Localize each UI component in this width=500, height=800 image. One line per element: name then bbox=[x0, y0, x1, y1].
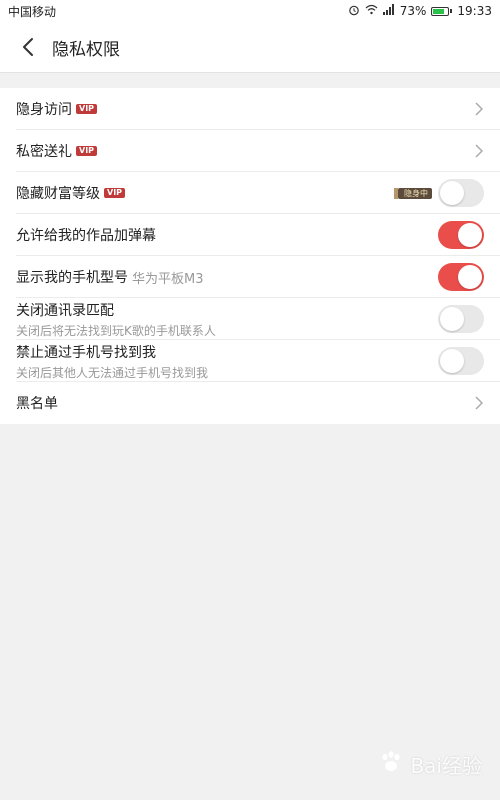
setting-block-phone-search: 禁止通过手机号找到我 关闭后其他人无法通过手机号找到我 bbox=[0, 340, 500, 382]
setting-label: 黑名单 bbox=[16, 396, 58, 412]
chevron-right-icon bbox=[474, 143, 484, 159]
show-phone-model-toggle[interactable] bbox=[438, 263, 484, 291]
setting-blacklist[interactable]: 黑名单 bbox=[0, 382, 500, 424]
chevron-right-icon bbox=[474, 101, 484, 117]
setting-show-phone-model: 显示我的手机型号 华为平板M3 bbox=[0, 256, 500, 298]
clock: 19:33 bbox=[457, 4, 492, 18]
setting-label: 关闭通讯录匹配 bbox=[16, 302, 114, 319]
setting-allow-danmaku: 允许给我的作品加弹幕 bbox=[0, 214, 500, 256]
watermark-text: Bai经验 bbox=[410, 754, 482, 778]
page-title: 隐私权限 bbox=[52, 39, 120, 60]
allow-danmaku-toggle[interactable] bbox=[438, 221, 484, 249]
setting-disable-contact-match: 关闭通讯录匹配 关闭后将无法找到玩K歌的手机联系人 bbox=[0, 298, 500, 340]
status-bar: 中国移动 73% 19:33 bbox=[0, 0, 500, 22]
setting-label: 隐藏财富等级 bbox=[16, 186, 100, 202]
setting-label: 禁止通过手机号找到我 bbox=[16, 344, 156, 361]
battery-percent: 73% bbox=[399, 4, 427, 18]
wifi-icon bbox=[365, 4, 378, 18]
setting-private-gift[interactable]: 私密送礼 VIP bbox=[0, 130, 500, 172]
contact-match-toggle[interactable] bbox=[438, 305, 484, 333]
back-arrow-icon[interactable] bbox=[8, 22, 48, 72]
vip-badge: VIP bbox=[104, 188, 126, 198]
setting-description: 关闭后其他人无法通过手机号找到我 bbox=[16, 365, 209, 380]
setting-label: 私密送礼 bbox=[16, 144, 72, 160]
vip-badge: VIP bbox=[76, 104, 98, 114]
stealth-status-tag: 隐身中 bbox=[394, 187, 432, 199]
setting-description: 关闭后将无法找到玩K歌的手机联系人 bbox=[16, 323, 216, 338]
alarm-icon bbox=[348, 4, 360, 19]
setting-stealth-visit[interactable]: 隐身访问 VIP bbox=[0, 88, 500, 130]
setting-hide-wealth-level: 隐藏财富等级 VIP 隐身中 bbox=[0, 172, 500, 214]
phone-search-toggle[interactable] bbox=[438, 347, 484, 375]
status-indicators: 73% 19:33 bbox=[348, 4, 492, 19]
settings-list: 隐身访问 VIP 私密送礼 VIP 隐藏财富等级 VIP 隐身中 允许给我的作品… bbox=[0, 88, 500, 424]
chevron-right-icon bbox=[474, 395, 484, 411]
paw-logo-icon bbox=[378, 749, 404, 780]
vip-badge: VIP bbox=[76, 146, 98, 156]
setting-label: 隐身访问 bbox=[16, 102, 72, 118]
carrier-name: 中国移动 bbox=[8, 4, 57, 19]
watermark: Bai经验 bbox=[378, 749, 482, 780]
signal-icon bbox=[382, 4, 395, 18]
top-bar: 隐私权限 bbox=[0, 22, 500, 73]
hide-wealth-toggle[interactable] bbox=[438, 179, 484, 207]
setting-label: 显示我的手机型号 bbox=[16, 270, 128, 286]
battery-icon bbox=[431, 6, 453, 16]
setting-label: 允许给我的作品加弹幕 bbox=[16, 228, 156, 244]
phone-model-value: 华为平板M3 bbox=[132, 271, 204, 287]
